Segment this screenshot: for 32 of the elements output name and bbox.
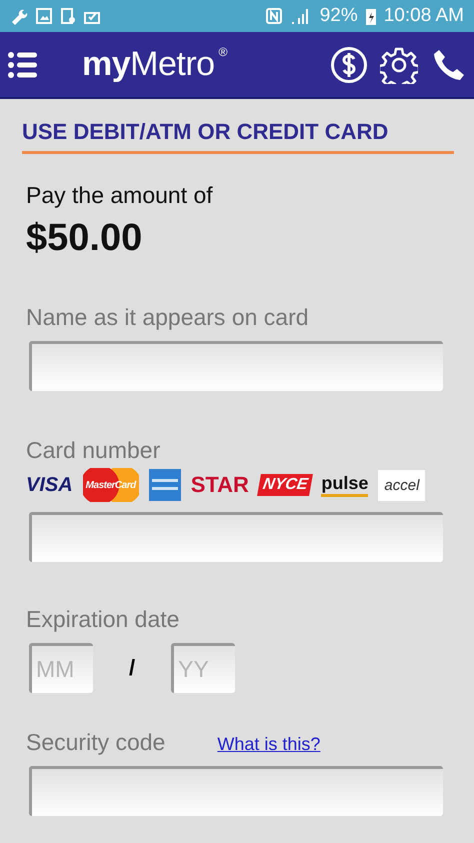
wrench-icon	[10, 7, 28, 25]
input-field[interactable]	[29, 766, 443, 816]
accel-logo: accel	[378, 470, 426, 500]
input-field[interactable]	[29, 341, 443, 391]
brand-logo: myMetro$^{®}$	[82, 45, 227, 84]
amex-logo	[148, 469, 181, 501]
input-field[interactable]	[29, 512, 443, 562]
field-label: Name as it appears on card	[26, 304, 310, 331]
pulse-logo: pulse	[321, 473, 368, 497]
field-label: Card number	[26, 437, 162, 464]
menu-icon[interactable]	[8, 52, 38, 78]
date-separator: /	[129, 655, 136, 681]
help-link[interactable]: What is this?	[217, 734, 320, 755]
nfc-icon	[266, 8, 282, 24]
month-field[interactable]: MM	[29, 643, 93, 693]
clock: 10:08 AM	[384, 5, 464, 27]
dollar-icon[interactable]	[330, 46, 368, 84]
phone-icon[interactable]	[432, 48, 466, 82]
nyce-logo: NYCE	[257, 474, 314, 496]
amount-label: Pay the amount of	[26, 182, 214, 209]
year-field[interactable]: YY	[171, 643, 236, 693]
field-label: Security code	[26, 729, 166, 756]
document-icon	[60, 8, 76, 24]
section-title: USE DEBIT/ATM OR CREDIT CARD	[22, 99, 454, 154]
image-icon	[36, 8, 52, 24]
settings-icon[interactable]	[380, 46, 418, 84]
star-logo: STAR	[190, 472, 249, 498]
battery-icon	[366, 8, 376, 24]
field-label: Expiration date	[26, 606, 180, 633]
battery-percentage: 92%	[320, 5, 358, 27]
visa-logo: VISA	[26, 474, 73, 496]
amount-value: $50.00	[26, 217, 144, 260]
